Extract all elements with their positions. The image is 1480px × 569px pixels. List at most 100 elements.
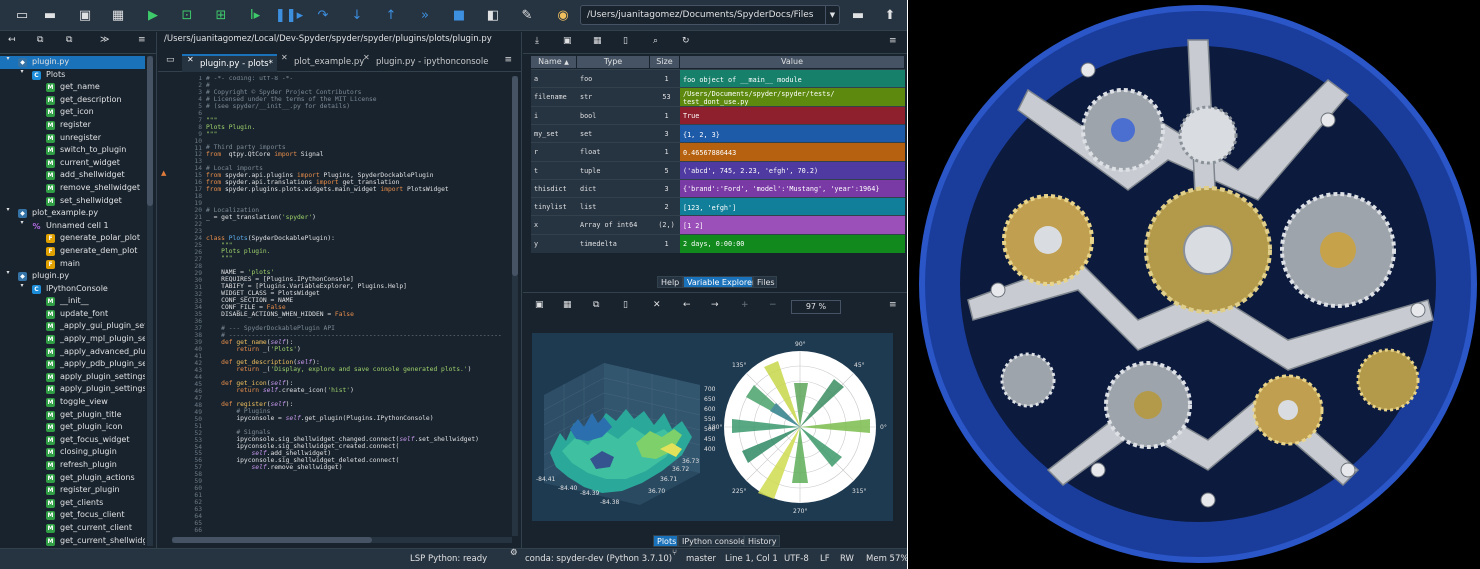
save-icon[interactable]: ▣ bbox=[535, 301, 544, 310]
run-cell-advance-icon[interactable]: ⊞ bbox=[211, 6, 231, 24]
options-menu-icon[interactable]: ≡ bbox=[138, 36, 146, 45]
column-header-size[interactable]: Size bbox=[650, 56, 680, 68]
import-data-icon[interactable]: ⤓ bbox=[535, 37, 539, 46]
step-return-icon[interactable]: ↑ bbox=[381, 6, 401, 24]
collapse-all-icon[interactable]: ⧉ bbox=[37, 36, 43, 45]
search-icon[interactable]: ⌕ bbox=[653, 37, 658, 46]
outline-item[interactable]: Mget_focus_widget bbox=[0, 434, 145, 447]
outline-item[interactable]: ▾ C IPythonConsole bbox=[0, 282, 145, 296]
code-line[interactable] bbox=[206, 111, 506, 118]
step-into-icon[interactable]: ↓ bbox=[347, 6, 367, 24]
code-line[interactable] bbox=[206, 194, 506, 201]
outline-item[interactable]: Mcurrent_widget bbox=[0, 157, 145, 170]
refresh-icon[interactable]: ↻ bbox=[682, 37, 690, 46]
outline-item[interactable]: M _apply_pdb_plugin_set bbox=[0, 358, 145, 371]
delete-icon[interactable]: ▯ bbox=[623, 37, 628, 46]
expand-arrow-icon[interactable]: ▾ bbox=[4, 207, 12, 213]
tab-plot-example[interactable]: ✕ plot_example.py bbox=[276, 54, 364, 72]
code-line[interactable]: Plots plugin. bbox=[206, 248, 506, 256]
editor-horizontal-scrollbar[interactable] bbox=[172, 537, 512, 543]
close-icon[interactable]: ✕ bbox=[187, 56, 194, 64]
outline-item[interactable]: ▾ ◆ plugin.py bbox=[0, 270, 145, 283]
code-line[interactable]: from qtpy.QtCore import Signal bbox=[206, 151, 506, 159]
code-line[interactable] bbox=[206, 222, 506, 229]
outline-item[interactable]: Mget_current_shellwidge bbox=[0, 535, 145, 546]
outline-item[interactable]: Madd_shellwidget bbox=[0, 169, 145, 182]
column-header-value[interactable]: Value bbox=[680, 56, 905, 68]
options-menu-icon[interactable]: ≡ bbox=[504, 56, 512, 65]
continue-icon[interactable]: » bbox=[415, 6, 435, 24]
code-line[interactable]: # (see spyder/__init__.py for details) bbox=[206, 103, 506, 111]
outline-item[interactable]: Fgenerate_polar_plot bbox=[0, 232, 145, 245]
outline-item[interactable]: Mget_current_client bbox=[0, 522, 145, 535]
variable-row[interactable]: y timedelta 1 2 days, 0:00:00 bbox=[531, 233, 905, 253]
outline-item[interactable]: Mget_clients bbox=[0, 497, 145, 510]
variable-row[interactable]: r float 1 0.46567886443 bbox=[531, 142, 905, 162]
tab-history[interactable]: History bbox=[744, 535, 780, 547]
options-menu-icon[interactable]: ≡ bbox=[889, 301, 897, 310]
close-icon[interactable]: ✕ bbox=[363, 54, 370, 62]
outline-item[interactable]: ▾ C Plots bbox=[0, 68, 145, 82]
expand-arrow-icon[interactable]: ▾ bbox=[18, 68, 26, 75]
debug-icon[interactable]: ❚❚▸ bbox=[275, 6, 303, 24]
conda-env-status[interactable]: conda: spyder-dev (Python 3.7.10) bbox=[525, 549, 672, 569]
previous-plot-icon[interactable]: ← bbox=[683, 301, 691, 310]
code-line[interactable]: """ bbox=[206, 131, 506, 139]
stop-icon[interactable]: ■ bbox=[449, 6, 469, 24]
tab-help[interactable]: Help bbox=[657, 276, 683, 288]
code-line[interactable]: DISABLE_ACTIONS_WHEN_HIDDEN = False bbox=[206, 311, 506, 319]
delete-all-icon[interactable]: ✕ bbox=[653, 301, 661, 310]
variable-row[interactable]: i bool 1 True bbox=[531, 105, 905, 125]
tab-files[interactable]: Files bbox=[753, 276, 777, 288]
outline-item[interactable]: Mset_shellwidget bbox=[0, 195, 145, 208]
code-text[interactable]: # -*- coding: utf-8 -*- # # Copyright © Sp… bbox=[206, 76, 506, 538]
variable-row[interactable]: a foo 1 foo object of __main__ module bbox=[531, 69, 905, 89]
expand-arrow-icon[interactable]: ▾ bbox=[4, 270, 12, 276]
outline-item[interactable]: Fgenerate_dem_plot bbox=[0, 245, 145, 258]
outline-scrollbar[interactable] bbox=[147, 56, 153, 546]
outline-item[interactable]: Mrefresh_plugin bbox=[0, 459, 145, 472]
code-line[interactable]: return _('Plots') bbox=[206, 346, 506, 354]
code-line[interactable]: # -*- coding: utf-8 -*- bbox=[206, 76, 506, 83]
parent-directory-icon[interactable]: ⬆ bbox=[880, 6, 900, 24]
browse-folder-icon[interactable]: ▬ bbox=[848, 6, 868, 24]
open-folder-icon[interactable]: ▬ bbox=[40, 6, 60, 24]
run-cell-icon[interactable]: ⊡ bbox=[177, 6, 197, 24]
next-plot-icon[interactable]: → bbox=[711, 301, 719, 310]
tab-ipython-console[interactable]: IPython console bbox=[678, 535, 745, 547]
copy-icon[interactable]: ⧉ bbox=[593, 301, 599, 310]
close-icon[interactable]: ✕ bbox=[281, 54, 288, 62]
tab-plots[interactable]: Plots bbox=[653, 535, 678, 547]
run-icon[interactable]: ▶ bbox=[143, 6, 163, 24]
outline-item[interactable]: Mswitch_to_plugin bbox=[0, 144, 145, 157]
outline-item[interactable]: ▾% Unnamed cell 1 bbox=[0, 219, 145, 233]
save-icon[interactable]: ▣ bbox=[75, 6, 95, 24]
outline-item[interactable]: M __init__ bbox=[0, 295, 145, 308]
wrench-icon[interactable]: ✎ bbox=[517, 6, 537, 24]
outline-item[interactable]: ▾ ◆ plot_example.py bbox=[0, 207, 145, 220]
code-line[interactable]: return self.create_icon('hist') bbox=[206, 387, 506, 395]
outline-item[interactable]: Mregister bbox=[0, 119, 145, 132]
run-selection-icon[interactable]: I▸ bbox=[245, 6, 265, 24]
outline-item[interactable]: Munregister bbox=[0, 132, 145, 145]
code-line[interactable]: from spyder.plugins.plots.widgets.main_w… bbox=[206, 186, 506, 194]
outline-item[interactable]: Mget_plugin_title bbox=[0, 409, 145, 422]
editor-vertical-scrollbar[interactable] bbox=[512, 76, 518, 536]
outline-item[interactable]: Mapply_plugin_settings_ bbox=[0, 371, 145, 384]
expand-all-icon[interactable]: ⧉ bbox=[66, 36, 72, 45]
go-to-cursor-icon[interactable]: ↤ bbox=[8, 36, 16, 45]
tab-plugin-plots[interactable]: ✕ plugin.py - plots* bbox=[182, 54, 277, 72]
outline-item[interactable]: Mupdate_font bbox=[0, 308, 145, 321]
save-as-icon[interactable]: ▦ bbox=[593, 37, 602, 46]
editor-hscroll-handle[interactable] bbox=[172, 537, 372, 543]
outline-item[interactable]: Mapply_plugin_settings bbox=[0, 383, 145, 396]
warning-icon[interactable]: ▲ bbox=[161, 170, 166, 177]
plot-figure[interactable]: 700 650 600 550 500 450 400 -84.41 -84.4… bbox=[532, 333, 893, 521]
code-line[interactable]: ipyconsole = self.get_plugin(Plugins.IPy… bbox=[206, 415, 506, 423]
outline-item[interactable]: Mget_focus_client bbox=[0, 509, 145, 522]
expand-section-icon[interactable]: ≫ bbox=[100, 36, 109, 45]
tab-plugin-ipythonconsole[interactable]: ✕ plugin.py - ipythonconsole bbox=[358, 54, 488, 72]
outline-item[interactable]: Mclosing_plugin bbox=[0, 446, 145, 459]
expand-arrow-icon[interactable]: ▾ bbox=[18, 219, 26, 226]
variable-row[interactable]: x Array of int64 (2,) [1 2] bbox=[531, 215, 905, 235]
